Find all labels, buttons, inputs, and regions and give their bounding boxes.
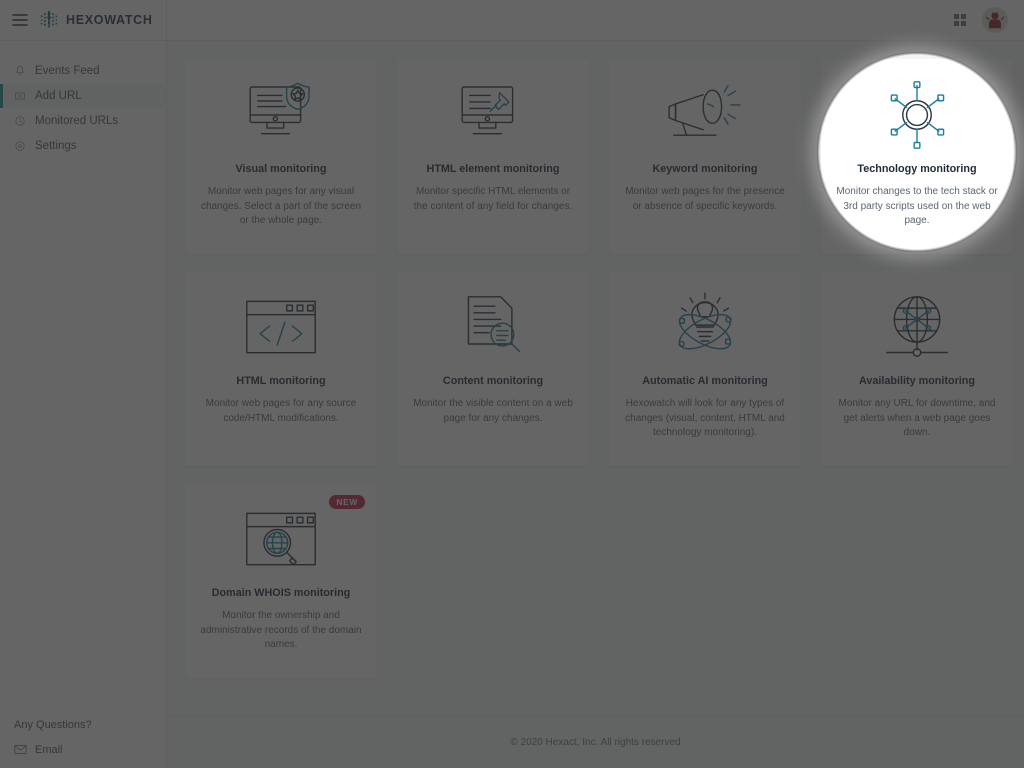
card-title: Keyword monitoring [652,163,758,175]
sidebar: HEXOWATCH Events Feed Add URL Monitored … [0,0,167,768]
sidebar-help-section: Any Questions? Email [0,719,166,768]
help-email-link[interactable]: Email [14,743,166,756]
monitor-type-card[interactable]: Visual monitoring Monitor web pages for … [185,59,377,254]
monitor-pin-icon [409,73,577,157]
grid-apps-icon[interactable] [954,14,966,26]
sidebar-item-label: Add URL [35,90,82,102]
card-title: Visual monitoring [235,163,327,175]
sidebar-nav: Events Feed Add URL Monitored URLs Setti… [0,41,166,159]
browser-globe-magnifier-icon [197,497,365,581]
sidebar-header: HEXOWATCH [0,0,166,41]
brand-name: HEXOWATCH [66,13,153,27]
add-url-icon [15,92,25,100]
help-title: Any Questions? [14,719,92,731]
browser-code-icon [197,285,365,369]
card-title: Content monitoring [442,375,544,387]
card-title: HTML element monitoring [426,163,560,175]
sidebar-item-label: Events Feed [35,65,100,77]
clock-icon [15,116,25,126]
globe-uptime-icon [833,285,1001,369]
tech-nodes-icon [833,73,1001,157]
card-description: Monitor web pages for any source code/HT… [205,398,357,424]
sidebar-item-label: Settings [35,140,77,152]
card-description: Monitor changes to the tech stack or 3rd… [836,186,998,226]
help-email-label: Email [35,743,63,756]
card-title: Domain WHOIS monitoring [211,587,351,599]
monitor-type-picker: Visual monitoring Monitor web pages for … [167,41,1024,715]
user-avatar[interactable] [982,7,1008,33]
monitor-type-card[interactable]: Keyword monitoring Monitor web pages for… [609,59,801,254]
monitor-shield-star-icon [197,73,365,157]
card-description: Hexowatch will look for any types of cha… [625,398,785,438]
footer: © 2020 Hexact, Inc. All rights reserved [167,715,1024,768]
card-title: Technology monitoring [857,163,977,175]
card-title: Automatic AI monitoring [642,375,768,387]
bell-icon [16,66,24,75]
megaphone-icon [621,73,789,157]
main-area: Visual monitoring Monitor web pages for … [167,0,1024,768]
card-description: Monitor any URL for downtime, and get al… [838,398,996,438]
monitor-type-grid: Visual monitoring Monitor web pages for … [185,59,1013,678]
hexowatch-app: HEXOWATCH Events Feed Add URL Monitored … [0,0,1024,768]
sidebar-item-label: Monitored URLs [35,115,119,127]
monitor-type-card[interactable]: HTML element monitoring Monitor specific… [397,59,589,254]
sidebar-item-add-url[interactable]: Add URL [0,84,166,108]
card-title: Availability monitoring [859,375,975,387]
document-magnifier-icon [409,285,577,369]
envelope-icon [14,745,27,754]
card-description: Monitor web pages for the presence or ab… [625,186,785,212]
avatar-character-icon [982,7,1008,33]
new-badge: NEW [329,495,365,509]
gear-icon [15,141,25,151]
hamburger-menu-icon[interactable] [12,14,28,26]
card-description: Monitor the ownership and administrative… [200,610,362,650]
brand-logo[interactable]: HEXOWATCH [38,9,153,31]
monitor-type-card[interactable]: Technology monitoring Monitor changes to… [821,59,1013,254]
copyright-text: © 2020 Hexact, Inc. All rights reserved [510,736,681,748]
lightbulb-atom-icon [621,285,789,369]
sidebar-item-monitored-urls[interactable]: Monitored URLs [0,109,166,133]
card-title: HTML monitoring [236,375,326,387]
monitor-type-card[interactable]: HTML monitoring Monitor web pages for an… [185,271,377,466]
topbar [167,0,1024,41]
sidebar-item-settings[interactable]: Settings [0,134,166,158]
monitor-type-card[interactable]: NEW Domain WHOIS monitoring Monitor the … [185,483,377,678]
monitor-type-card[interactable]: Content monitoring Monitor the visible c… [397,271,589,466]
card-description: Monitor specific HTML elements or the co… [413,186,573,212]
card-description: Monitor web pages for any visual changes… [200,186,362,226]
card-description: Monitor the visible content on a web pag… [413,398,573,424]
sidebar-item-events-feed[interactable]: Events Feed [0,59,166,83]
monitor-type-card[interactable]: Availability monitoring Monitor any URL … [821,271,1013,466]
monitor-type-card[interactable]: Automatic AI monitoring Hexowatch will l… [609,271,801,466]
hexagon-dots-logo-icon [40,10,58,28]
